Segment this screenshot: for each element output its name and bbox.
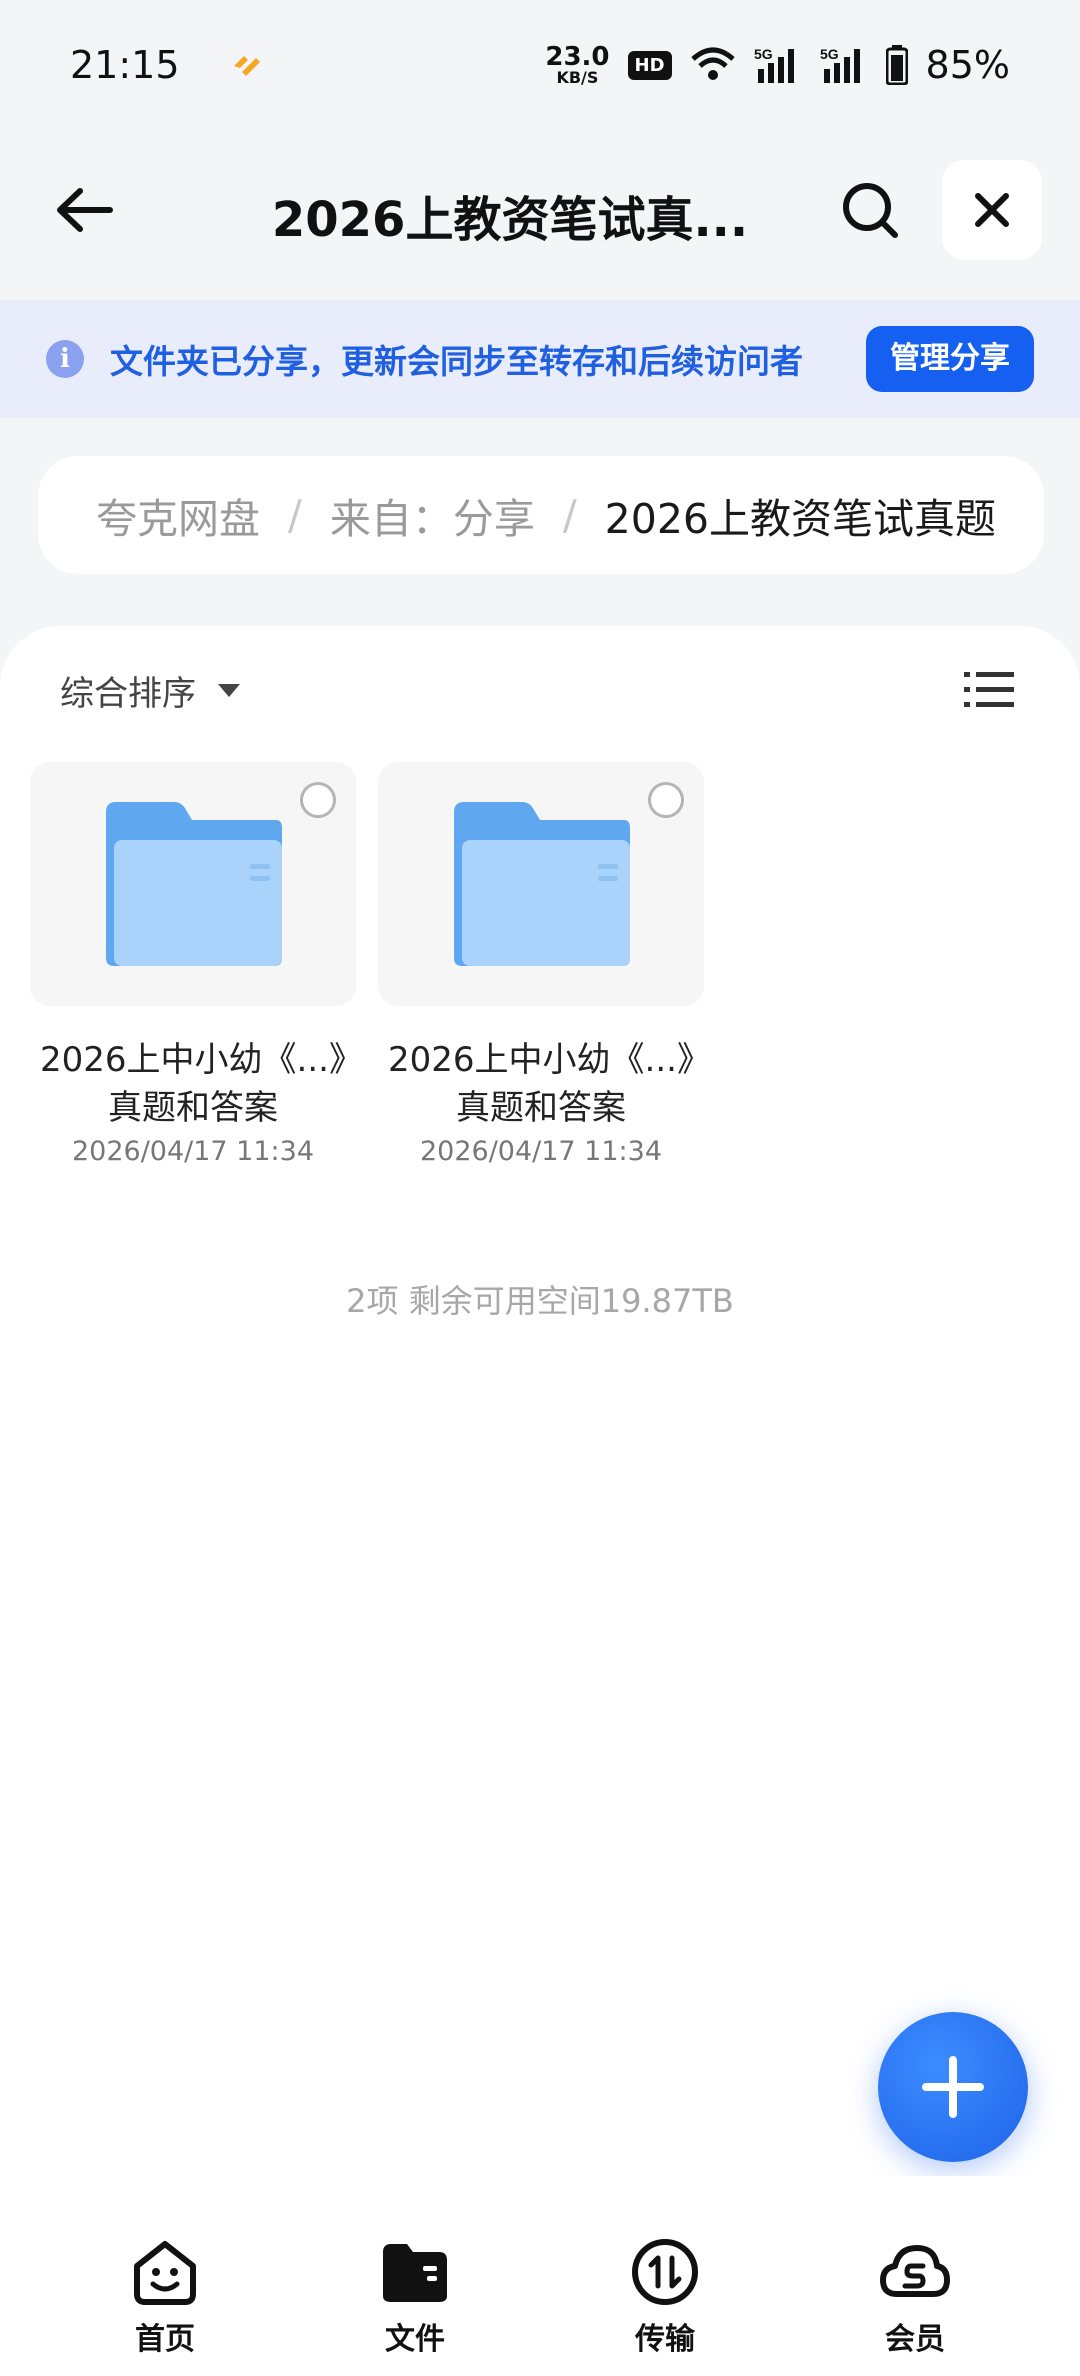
breadcrumb-separator: /	[288, 491, 302, 539]
file-thumbnail	[30, 762, 356, 1006]
plus-icon	[922, 2056, 984, 2118]
folder-icon	[454, 802, 630, 966]
add-button[interactable]	[878, 2012, 1028, 2162]
breadcrumb-separator: /	[562, 491, 577, 539]
hd-badge: HD	[627, 50, 672, 80]
close-icon	[975, 193, 1009, 227]
file-item[interactable]: 2026上中小幼《...》真题和答案 2026/04/17 11:34	[30, 762, 356, 1167]
select-checkbox[interactable]	[300, 782, 336, 818]
page-title: 2026上教资笔试真...	[271, 192, 749, 248]
select-checkbox[interactable]	[648, 782, 684, 818]
transfer-icon	[632, 2239, 698, 2305]
folder-icon	[383, 2244, 447, 2302]
nav-label-files: 文件	[385, 2322, 445, 2357]
svg-text:5G: 5G	[754, 46, 773, 62]
back-button[interactable]	[44, 170, 124, 250]
nav-label-vip: 会员	[885, 2322, 945, 2357]
manage-share-button[interactable]: 管理分享	[866, 326, 1034, 392]
file-thumbnail	[378, 762, 704, 1006]
nav-item-home[interactable]: 首页	[75, 2236, 255, 2376]
breadcrumb-item-current: 2026上教资笔试真题	[604, 495, 996, 543]
file-date: 2026/04/17 11:34	[71, 1136, 314, 1167]
wifi-icon	[690, 47, 735, 80]
status-time: 21:15	[70, 43, 180, 87]
top-header: 2026上教资笔试真...	[0, 150, 1080, 270]
file-date: 2026/04/17 11:34	[419, 1136, 662, 1167]
battery-percent: 85%	[925, 43, 1010, 87]
storage-summary: 2项 剩余可用空间19.87TB	[346, 1282, 734, 1320]
net-speed: 23.0 KB/S	[545, 42, 610, 87]
close-button[interactable]	[942, 160, 1042, 260]
file-name: 2026上中小幼《...》真题和答案	[388, 1040, 694, 1128]
bottom-nav: 首页 文件 传输 会员	[0, 2176, 1080, 2376]
info-icon: i	[46, 340, 84, 378]
file-name: 2026上中小幼《...》真题和答案	[40, 1040, 346, 1128]
share-notice-banner: i 文件夹已分享，更新会同步至转存和后续访问者 管理分享	[0, 300, 1080, 418]
share-notice-text: 文件夹已分享，更新会同步至转存和后续访问者	[110, 342, 803, 381]
battery-icon	[885, 45, 908, 85]
nav-label-transfer: 传输	[635, 2322, 695, 2357]
file-grid: 2026上中小幼《...》真题和答案 2026/04/17 11:34 2026…	[30, 762, 704, 1167]
breadcrumb: 夸克网盘 / 来自：分享 / 2026上教资笔试真题	[38, 456, 1044, 574]
nav-item-files[interactable]: 文件	[325, 2236, 505, 2376]
cloud-vip-icon	[880, 2245, 950, 2297]
svg-text:5G: 5G	[820, 46, 839, 62]
nav-item-transfer[interactable]: 传输	[575, 2236, 755, 2376]
search-icon	[843, 183, 898, 238]
back-arrow-icon	[57, 188, 113, 232]
app-notification-icon	[233, 56, 260, 76]
file-list-panel: 综合排序 2026上中小幼《...》真题和答案 2026/04/17 11:34	[0, 626, 1080, 2176]
caret-down-icon	[218, 684, 240, 697]
nav-item-vip[interactable]: 会员	[825, 2236, 1005, 2376]
signal-5g-icon-2: 5G	[820, 46, 860, 83]
sort-dropdown[interactable]: 综合排序	[60, 666, 240, 715]
status-bar: 21:15 23.0 KB/S HD 5G 5G 85%	[0, 0, 1080, 130]
file-item[interactable]: 2026上中小幼《...》真题和答案 2026/04/17 11:34	[378, 762, 704, 1167]
home-face-icon	[134, 2241, 196, 2305]
nav-label-home: 首页	[135, 2322, 195, 2357]
search-button[interactable]	[830, 170, 910, 250]
sort-label: 综合排序	[60, 674, 196, 714]
folder-icon	[106, 802, 282, 966]
breadcrumb-item-root[interactable]: 夸克网盘	[96, 485, 260, 545]
breadcrumb-item-share[interactable]: 来自：分享	[330, 485, 535, 545]
signal-5g-icon: 5G	[754, 46, 794, 83]
list-view-icon[interactable]	[964, 668, 1014, 712]
